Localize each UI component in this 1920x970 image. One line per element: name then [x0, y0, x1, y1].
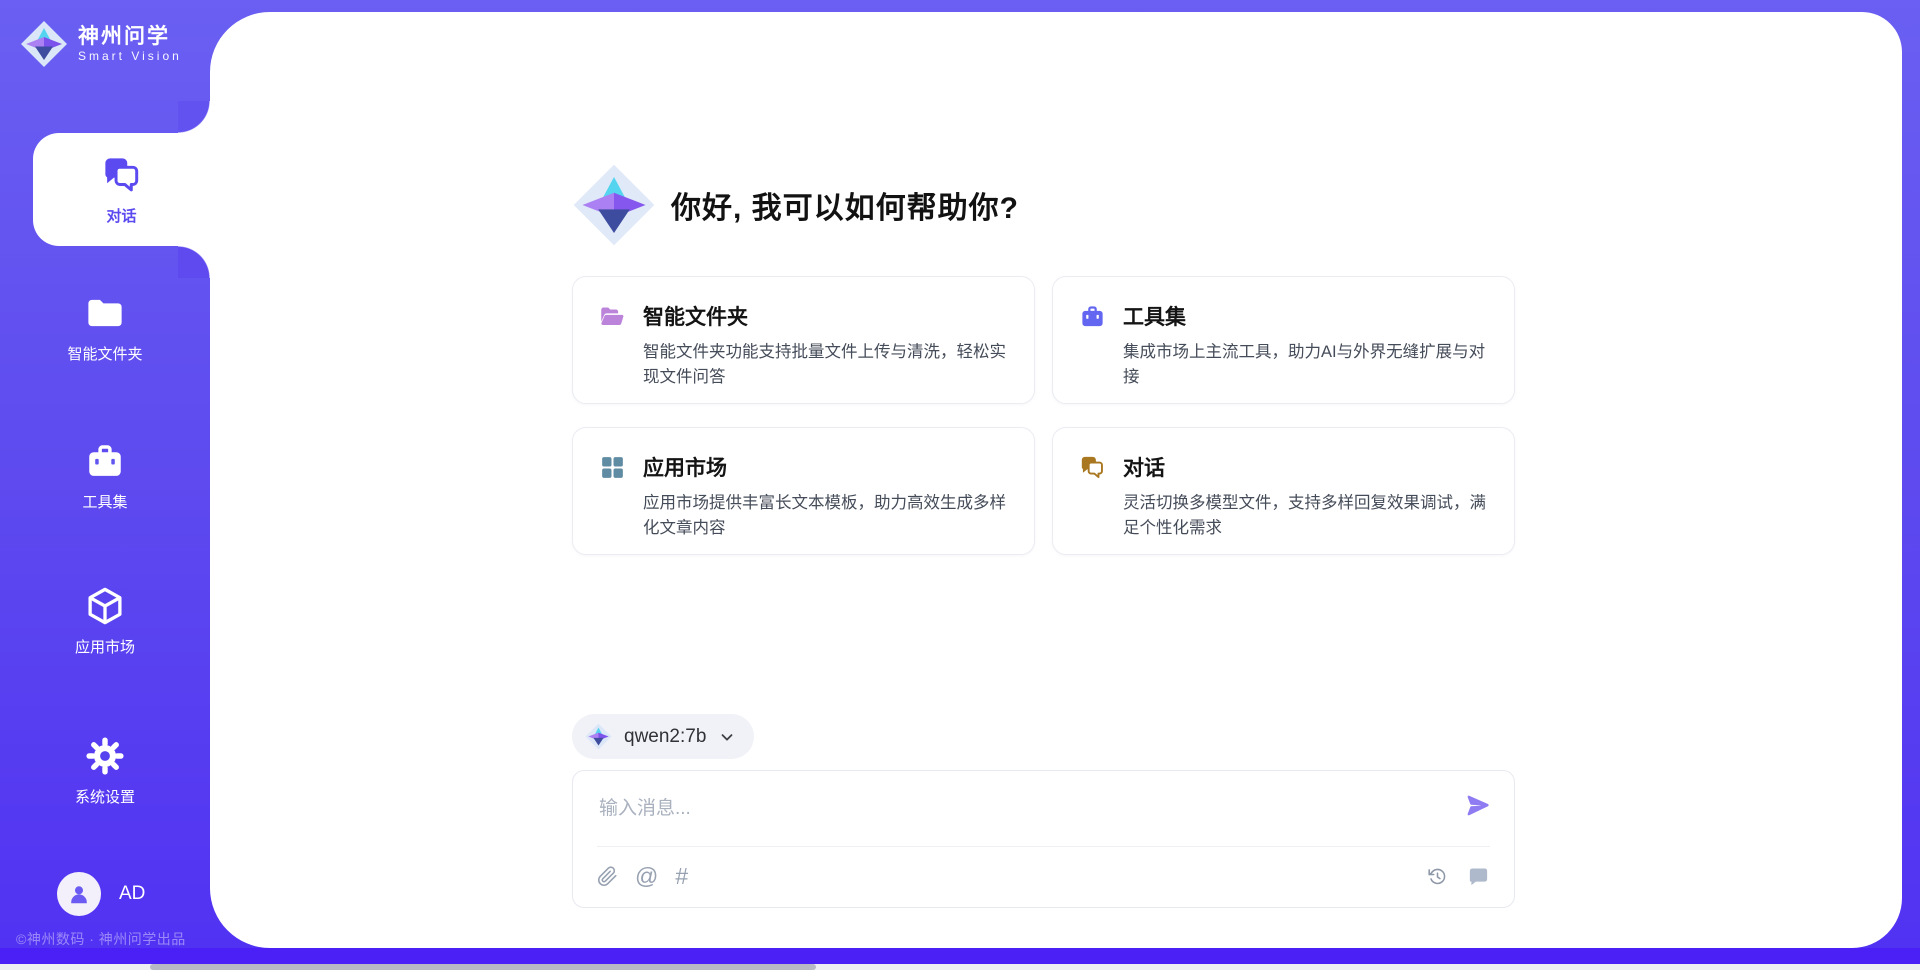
- folder-open-icon: [599, 303, 626, 330]
- user-name: AD: [119, 883, 145, 905]
- feature-cards: 智能文件夹 智能文件夹功能支持批量文件上传与清洗，轻松实现文件问答 工具集 集成…: [572, 276, 1515, 555]
- sidebar-item-label: 应用市场: [75, 636, 135, 657]
- avatar: [57, 872, 101, 916]
- card-chat[interactable]: 对话 灵活切换多模型文件，支持多样回复效果调试，满足个性化需求: [1052, 427, 1515, 555]
- main-panel: 你好, 我可以如何帮助你? 智能文件夹 智能文件夹功能支持批量文件上传与清洗，轻…: [210, 12, 1902, 948]
- cube-icon: [84, 585, 126, 627]
- chat-bubbles-icon: [101, 154, 143, 196]
- user-account[interactable]: AD: [57, 872, 145, 916]
- card-app-market[interactable]: 应用市场 应用市场提供丰富长文本模板，助力高效生成多样化文章内容: [572, 427, 1035, 555]
- chevron-down-icon: [718, 728, 736, 746]
- card-toolkit[interactable]: 工具集 集成市场上主流工具，助力AI与外界无缝扩展与对接: [1052, 276, 1515, 404]
- sidebar: 神州问学 Smart Vision 对话 智能文件夹 工具集 应用: [0, 0, 210, 970]
- bottom-accent-bar: [0, 948, 1920, 964]
- brand-name: 神州问学: [78, 25, 182, 49]
- message-composer: @ #: [572, 770, 1515, 908]
- sidebar-item-toolkit[interactable]: 工具集: [0, 440, 210, 512]
- scrollbar-thumb[interactable]: [150, 964, 816, 970]
- horizontal-scrollbar[interactable]: [0, 964, 1920, 970]
- gear-icon: [84, 735, 126, 777]
- sidebar-item-label: 系统设置: [75, 786, 135, 807]
- brand: 神州问学 Smart Vision: [20, 20, 182, 68]
- model-logo-icon: [585, 723, 612, 750]
- sidebar-item-label: 对话: [106, 205, 136, 226]
- card-description: 灵活切换多模型文件，支持多样回复效果调试，满足个性化需求: [1123, 491, 1488, 541]
- sidebar-item-app-market[interactable]: 应用市场: [0, 585, 210, 657]
- chat-bubbles-icon: [1079, 454, 1106, 481]
- model-name: qwen2:7b: [624, 726, 706, 748]
- sidebar-item-chat[interactable]: 对话: [33, 133, 210, 246]
- sidebar-item-settings[interactable]: 系统设置: [0, 735, 210, 807]
- history-icon[interactable]: [1427, 866, 1448, 887]
- sidebar-item-label: 智能文件夹: [67, 343, 142, 364]
- model-selector[interactable]: qwen2:7b: [572, 714, 754, 759]
- app-grid-icon: [599, 454, 626, 481]
- card-description: 智能文件夹功能支持批量文件上传与清洗，轻松实现文件问答: [643, 340, 1008, 390]
- composer-toolbar: @ #: [573, 845, 1514, 907]
- sidebar-item-smart-folder[interactable]: 智能文件夹: [0, 292, 210, 364]
- tab-fillet-top: [178, 101, 210, 133]
- sidebar-item-label: 工具集: [82, 491, 127, 512]
- card-title: 工具集: [1123, 301, 1186, 331]
- toolbox-icon: [84, 440, 126, 482]
- card-description: 集成市场上主流工具，助力AI与外界无缝扩展与对接: [1123, 340, 1488, 390]
- brand-subtitle: Smart Vision: [78, 49, 182, 63]
- send-icon[interactable]: [1465, 792, 1492, 819]
- chat-bubble-icon[interactable]: [1467, 865, 1490, 888]
- hashtag-icon[interactable]: #: [675, 866, 688, 887]
- assistant-logo-icon: [572, 163, 656, 247]
- folder-icon: [84, 292, 126, 334]
- toolbox-icon: [1079, 303, 1106, 330]
- card-description: 应用市场提供丰富长文本模板，助力高效生成多样化文章内容: [643, 491, 1008, 541]
- greeting: 你好, 我可以如何帮助你?: [572, 163, 1019, 247]
- app-logo-icon: [20, 20, 68, 68]
- card-title: 应用市场: [643, 452, 727, 482]
- card-title: 智能文件夹: [643, 301, 748, 331]
- message-input[interactable]: [573, 771, 1514, 845]
- card-smart-folder[interactable]: 智能文件夹 智能文件夹功能支持批量文件上传与清洗，轻松实现文件问答: [572, 276, 1035, 404]
- attachment-icon[interactable]: [597, 866, 618, 887]
- tab-fillet-bottom: [178, 246, 210, 278]
- person-icon: [66, 881, 92, 907]
- card-title: 对话: [1123, 452, 1165, 482]
- mention-icon[interactable]: @: [635, 866, 658, 887]
- copyright-footer: ©神州数码 · 神州问学出品: [16, 929, 186, 949]
- greeting-title: 你好, 我可以如何帮助你?: [671, 183, 1019, 227]
